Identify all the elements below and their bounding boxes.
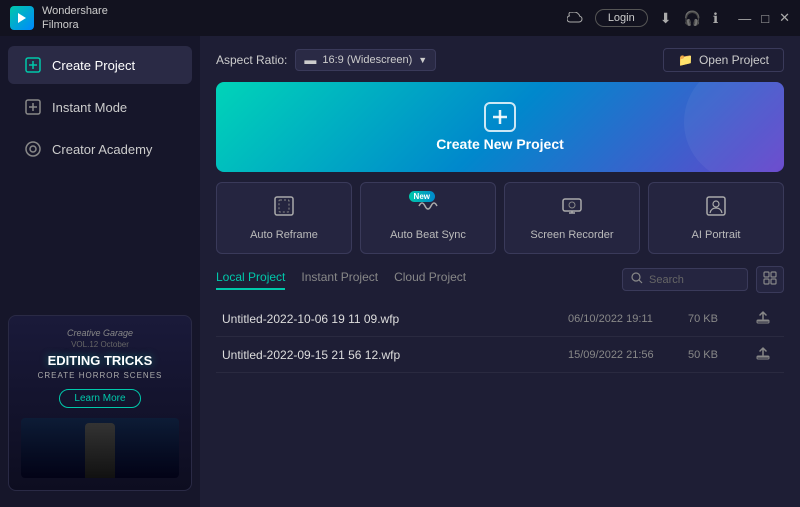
create-project-banner[interactable]: Create New Project [216,82,784,172]
chevron-down-icon: ▼ [418,55,427,65]
feature-card-auto-reframe[interactable]: Auto Reframe [216,182,352,254]
search-box[interactable] [622,268,748,291]
folder-icon: 📁 [678,53,693,67]
banner-main-title: EDITING TRICKS [21,353,179,369]
banner-learn-button[interactable]: Learn More [59,389,140,408]
tab-local-project[interactable]: Local Project [216,270,285,290]
app-logo [10,6,34,30]
project-name-0: Untitled-2022-10-06 19 11 09.wfp [222,312,568,326]
sidebar-label-instant: Instant Mode [52,100,127,115]
screen-recorder-icon [561,200,583,222]
feature-card-ai-portrait[interactable]: AI Portrait [648,182,784,254]
banner-figure [21,418,179,478]
content-area: Aspect Ratio: ▬ 16:9 (Widescreen) ▼ 📁 Op… [200,36,800,507]
headphone-icon[interactable]: 🎧 [683,10,700,27]
instant-mode-icon [24,98,42,116]
sidebar-item-create-project[interactable]: Create Project [8,46,192,84]
cloud-icon[interactable] [567,10,583,26]
ai-portrait-icon [705,200,727,222]
screen-recorder-label: Screen Recorder [530,229,613,241]
projects-section: Local Project Instant Project Cloud Proj… [216,266,784,495]
window-controls: — □ ✕ [738,10,790,26]
sidebar-item-creator-academy[interactable]: Creator Academy [8,130,192,168]
login-button[interactable]: Login [595,9,648,27]
content-top-bar: Aspect Ratio: ▬ 16:9 (Widescreen) ▼ 📁 Op… [216,48,784,72]
aspect-icon: ▬ [304,53,316,67]
projects-header: Local Project Instant Project Cloud Proj… [216,266,784,293]
banner-vol-text: VOL.12 October [21,340,179,349]
sidebar-label-create: Create Project [52,58,135,73]
project-size-1: 50 KB [688,349,748,361]
banner-silhouette [85,423,115,478]
banner-small-title: Creative Garage [21,328,179,338]
tab-cloud-project[interactable]: Cloud Project [394,270,466,290]
feature-cards: Auto Reframe New Auto Beat Sync [216,182,784,254]
new-badge: New [409,191,435,202]
table-row[interactable]: Untitled-2022-09-15 21 56 12.wfp 15/09/2… [216,337,784,373]
open-project-label: Open Project [699,53,769,67]
creator-academy-icon [24,140,42,158]
project-date-1: 15/09/2022 21:56 [568,349,688,361]
tab-instant-project[interactable]: Instant Project [301,270,378,290]
auto-beat-sync-icon [417,200,439,222]
close-button[interactable]: ✕ [779,10,790,26]
feature-card-auto-beat-sync[interactable]: New Auto Beat Sync [360,182,496,254]
minimize-button[interactable]: — [738,11,751,26]
ai-portrait-icon-wrap [705,195,727,223]
aspect-ratio-value: 16:9 (Widescreen) [322,54,412,66]
auto-beat-sync-icon-wrap: New [417,195,439,223]
sidebar-banner: Creative Garage VOL.12 October EDITING T… [8,315,192,491]
maximize-button[interactable]: □ [761,11,769,26]
create-project-icon [24,56,42,74]
aspect-ratio-bar: Aspect Ratio: ▬ 16:9 (Widescreen) ▼ [216,49,436,71]
aspect-ratio-selector[interactable]: ▬ 16:9 (Widescreen) ▼ [295,49,436,71]
main-layout: Create Project Instant Mode Creator Acad… [0,36,800,507]
table-row[interactable]: Untitled-2022-10-06 19 11 09.wfp 06/10/2… [216,301,784,337]
create-project-label: Create New Project [436,136,564,152]
project-tabs: Local Project Instant Project Cloud Proj… [216,270,466,290]
search-icon [631,272,643,287]
info-icon[interactable]: ℹ [713,10,718,27]
app-name: Wondershare Filmora [42,4,108,33]
aspect-ratio-label: Aspect Ratio: [216,53,287,67]
project-list: Untitled-2022-10-06 19 11 09.wfp 06/10/2… [216,301,784,495]
open-project-button[interactable]: 📁 Open Project [663,48,784,72]
search-input[interactable] [649,274,739,286]
screen-recorder-icon-wrap [561,195,583,223]
title-bar: Wondershare Filmora Login ⬇ 🎧 ℹ — □ ✕ [0,0,800,36]
ai-portrait-label: AI Portrait [692,229,741,241]
download-icon[interactable]: ⬇ [660,10,672,27]
auto-beat-sync-label: Auto Beat Sync [390,229,466,241]
feature-card-screen-recorder[interactable]: Screen Recorder [504,182,640,254]
grid-view-button[interactable] [756,266,784,293]
auto-reframe-label: Auto Reframe [250,229,318,241]
projects-tools [622,266,784,293]
project-name-1: Untitled-2022-09-15 21 56 12.wfp [222,348,568,362]
create-plus-icon [484,102,516,132]
project-date-0: 06/10/2022 19:11 [568,313,688,325]
banner-subtitle: CREATE HORROR SCENES [21,371,179,380]
app-branding: Wondershare Filmora [10,4,108,33]
titlebar-right: Login ⬇ 🎧 ℹ — □ ✕ [567,9,790,27]
sidebar-label-academy: Creator Academy [52,142,152,157]
upload-icon-1[interactable] [748,345,778,364]
auto-reframe-icon-wrap [273,195,295,223]
upload-icon-0[interactable] [748,309,778,328]
auto-reframe-icon [273,200,295,222]
project-size-0: 70 KB [688,313,748,325]
sidebar-item-instant-mode[interactable]: Instant Mode [8,88,192,126]
sidebar: Create Project Instant Mode Creator Acad… [0,36,200,507]
